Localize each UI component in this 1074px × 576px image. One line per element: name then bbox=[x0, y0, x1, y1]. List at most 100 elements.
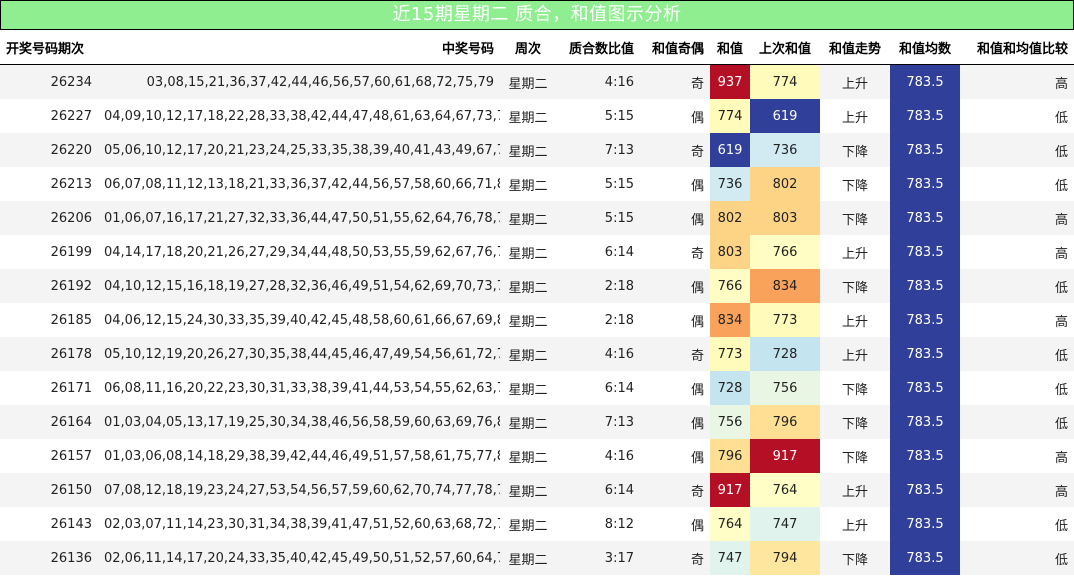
cell-parity: 奇 bbox=[640, 64, 710, 99]
cell-ratio: 5:15 bbox=[556, 99, 640, 133]
cell-avg: 783.5 bbox=[890, 405, 960, 439]
cell-compare: 高 bbox=[960, 64, 1074, 99]
cell-compare: 低 bbox=[960, 133, 1074, 167]
cell-weekday: 星期二 bbox=[500, 167, 556, 201]
cell-weekday: 星期二 bbox=[500, 133, 556, 167]
cell-parity: 偶 bbox=[640, 507, 710, 541]
header-parity: 和值奇偶 bbox=[640, 30, 710, 65]
cell-sum: 773 bbox=[710, 337, 750, 371]
header-avg: 和值均数 bbox=[890, 30, 960, 65]
cell-numbers: 01,03,04,05,13,17,19,25,30,34,38,46,56,5… bbox=[98, 405, 500, 439]
cell-compare: 高 bbox=[960, 201, 1074, 235]
cell-compare: 低 bbox=[960, 541, 1074, 575]
cell-prev-sum: 766 bbox=[750, 235, 820, 269]
cell-parity: 偶 bbox=[640, 405, 710, 439]
table-row: 26220 05,06,10,12,17,20,21,23,24,25,33,35… bbox=[0, 133, 1074, 167]
cell-numbers: 02,06,11,14,17,20,24,33,35,40,42,45,49,5… bbox=[98, 541, 500, 575]
cell-sum: 802 bbox=[710, 201, 750, 235]
cell-ratio: 4:16 bbox=[556, 439, 640, 473]
cell-sum: 756 bbox=[710, 405, 750, 439]
cell-avg: 783.5 bbox=[890, 473, 960, 507]
cell-weekday: 星期二 bbox=[500, 371, 556, 405]
header-period: 开奖号码期次 bbox=[0, 30, 98, 65]
cell-period: 26227 bbox=[0, 99, 98, 133]
cell-trend: 上升 bbox=[820, 303, 890, 337]
cell-trend: 上升 bbox=[820, 473, 890, 507]
table-row: 26192 04,10,12,15,16,18,19,27,28,32,36,46… bbox=[0, 269, 1074, 303]
cell-prev-sum: 736 bbox=[750, 133, 820, 167]
table-row: 26206 01,06,07,16,17,21,27,32,33,36,44,47… bbox=[0, 201, 1074, 235]
cell-ratio: 5:15 bbox=[556, 167, 640, 201]
cell-compare: 高 bbox=[960, 473, 1074, 507]
cell-weekday: 星期二 bbox=[500, 507, 556, 541]
cell-weekday: 星期二 bbox=[500, 473, 556, 507]
cell-period: 26220 bbox=[0, 133, 98, 167]
cell-numbers: 07,08,12,18,19,23,24,27,53,54,56,57,59,6… bbox=[98, 473, 500, 507]
cell-trend: 下降 bbox=[820, 201, 890, 235]
cell-numbers: 05,10,12,19,20,26,27,30,35,38,44,45,46,4… bbox=[98, 337, 500, 371]
cell-prev-sum: 756 bbox=[750, 371, 820, 405]
cell-weekday: 星期二 bbox=[500, 269, 556, 303]
cell-ratio: 3:17 bbox=[556, 541, 640, 575]
cell-period: 26150 bbox=[0, 473, 98, 507]
cell-period: 26171 bbox=[0, 371, 98, 405]
cell-trend: 上升 bbox=[820, 507, 890, 541]
cell-parity: 偶 bbox=[640, 371, 710, 405]
table-row: 26178 05,10,12,19,20,26,27,30,35,38,44,45… bbox=[0, 337, 1074, 371]
cell-weekday: 星期二 bbox=[500, 235, 556, 269]
cell-parity: 偶 bbox=[640, 439, 710, 473]
cell-compare: 低 bbox=[960, 371, 1074, 405]
cell-avg: 783.5 bbox=[890, 167, 960, 201]
cell-period: 26199 bbox=[0, 235, 98, 269]
cell-trend: 下降 bbox=[820, 541, 890, 575]
cell-avg: 783.5 bbox=[890, 235, 960, 269]
cell-ratio: 5:15 bbox=[556, 201, 640, 235]
cell-parity: 奇 bbox=[640, 133, 710, 167]
table-row: 26185 04,06,12,15,24,30,33,35,39,40,42,45… bbox=[0, 303, 1074, 337]
cell-sum: 728 bbox=[710, 371, 750, 405]
cell-weekday: 星期二 bbox=[500, 99, 556, 133]
table-row: 26234 03,08,15,21,36,37,42,44,46,56,57,60… bbox=[0, 64, 1074, 99]
cell-sum: 736 bbox=[710, 167, 750, 201]
cell-numbers: 04,06,12,15,24,30,33,35,39,40,42,45,48,5… bbox=[98, 303, 500, 337]
table-row: 26213 06,07,08,11,12,13,18,21,33,36,37,42… bbox=[0, 167, 1074, 201]
cell-sum: 747 bbox=[710, 541, 750, 575]
cell-weekday: 星期二 bbox=[500, 64, 556, 99]
cell-numbers: 01,06,07,16,17,21,27,32,33,36,44,47,50,5… bbox=[98, 201, 500, 235]
cell-sum: 766 bbox=[710, 269, 750, 303]
cell-avg: 783.5 bbox=[890, 64, 960, 99]
cell-avg: 783.5 bbox=[890, 371, 960, 405]
cell-period: 26234 bbox=[0, 64, 98, 99]
cell-prev-sum: 834 bbox=[750, 269, 820, 303]
cell-trend: 下降 bbox=[820, 133, 890, 167]
cell-prev-sum: 764 bbox=[750, 473, 820, 507]
cell-weekday: 星期二 bbox=[500, 541, 556, 575]
header-row: 开奖号码期次 中奖号码 周次 质合数比值 和值奇偶 和值 上次和值 和值走势 和… bbox=[0, 30, 1074, 65]
table-row: 26143 02,03,07,11,14,23,30,31,34,38,39,41… bbox=[0, 507, 1074, 541]
cell-period: 26164 bbox=[0, 405, 98, 439]
cell-ratio: 6:14 bbox=[556, 235, 640, 269]
cell-numbers: 04,10,12,15,16,18,19,27,28,32,36,46,49,5… bbox=[98, 269, 500, 303]
cell-prev-sum: 917 bbox=[750, 439, 820, 473]
cell-prev-sum: 773 bbox=[750, 303, 820, 337]
cell-avg: 783.5 bbox=[890, 99, 960, 133]
cell-compare: 高 bbox=[960, 439, 1074, 473]
cell-prev-sum: 728 bbox=[750, 337, 820, 371]
cell-compare: 低 bbox=[960, 99, 1074, 133]
cell-parity: 奇 bbox=[640, 235, 710, 269]
cell-numbers: 02,03,07,11,14,23,30,31,34,38,39,41,47,5… bbox=[98, 507, 500, 541]
cell-numbers: 04,09,10,12,17,18,22,28,33,38,42,44,47,4… bbox=[98, 99, 500, 133]
cell-sum: 619 bbox=[710, 133, 750, 167]
cell-avg: 783.5 bbox=[890, 201, 960, 235]
cell-trend: 上升 bbox=[820, 337, 890, 371]
cell-period: 26206 bbox=[0, 201, 98, 235]
cell-prev-sum: 747 bbox=[750, 507, 820, 541]
cell-period: 26213 bbox=[0, 167, 98, 201]
cell-sum: 803 bbox=[710, 235, 750, 269]
cell-sum: 796 bbox=[710, 439, 750, 473]
cell-parity: 偶 bbox=[640, 201, 710, 235]
cell-period: 26143 bbox=[0, 507, 98, 541]
header-trend: 和值走势 bbox=[820, 30, 890, 65]
cell-prev-sum: 803 bbox=[750, 201, 820, 235]
cell-trend: 上升 bbox=[820, 99, 890, 133]
